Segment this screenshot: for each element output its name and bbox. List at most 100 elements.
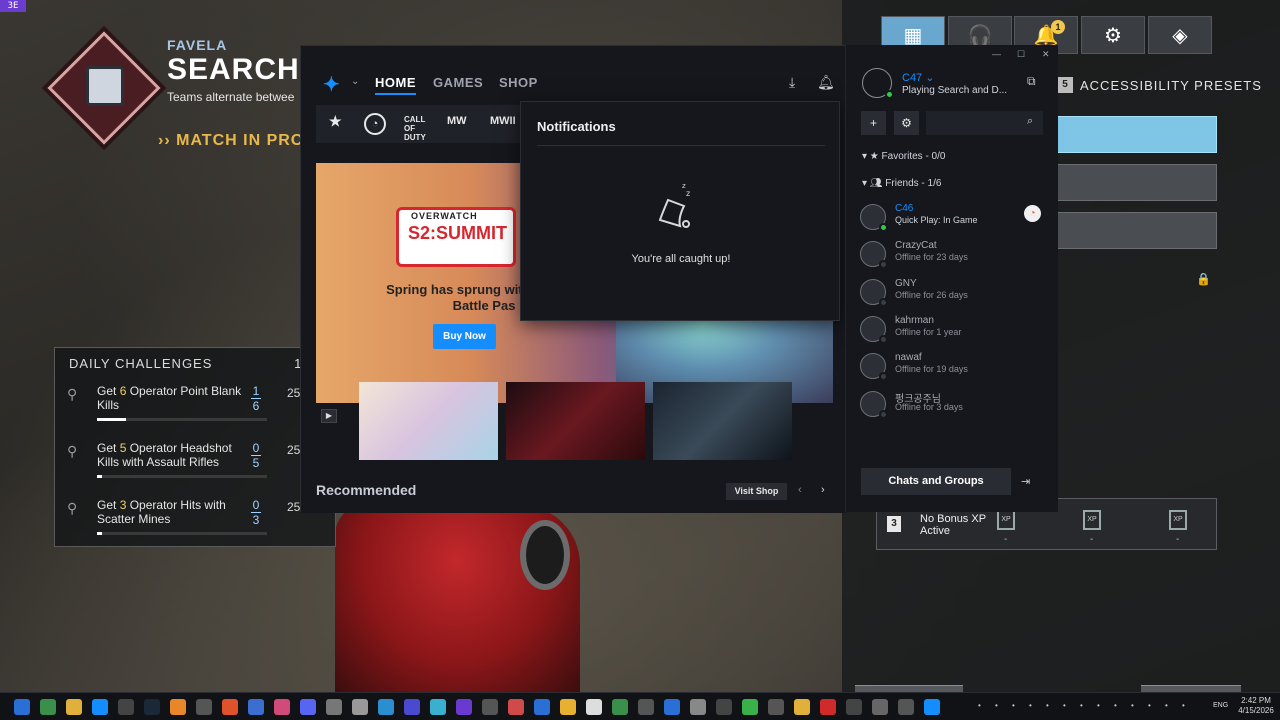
settings-icon[interactable] [352, 699, 368, 715]
clock[interactable]: 2:42 PM 4/15/2026 [1236, 696, 1276, 716]
app-icon[interactable] [794, 699, 810, 715]
windows-start-icon[interactable] [14, 699, 30, 715]
app-icon[interactable] [716, 699, 732, 715]
chevron-down-icon[interactable]: ⌄ [351, 76, 359, 87]
app-icon[interactable] [456, 699, 472, 715]
maximize-icon[interactable]: ☐ [1017, 49, 1025, 60]
app-icon[interactable]: • [1131, 701, 1134, 710]
brave-icon[interactable] [222, 699, 238, 715]
accessibility-presets-label[interactable]: ACCESSIBILITY PRESETS [1080, 78, 1262, 93]
app-icon[interactable] [612, 699, 628, 715]
add-friend-button[interactable]: + [861, 111, 886, 135]
mw-icon[interactable]: MW [447, 115, 467, 127]
friends-search-input[interactable] [926, 111, 1043, 135]
tab-emblem[interactable]: ◈ [1148, 16, 1212, 54]
app-icon[interactable] [690, 699, 706, 715]
mic-icon[interactable]: • [1182, 701, 1185, 710]
app-icon[interactable] [872, 699, 888, 715]
app-icon[interactable] [534, 699, 550, 715]
app-icon[interactable] [820, 699, 836, 715]
manage-friends-button[interactable]: ⚙ [894, 111, 919, 135]
network-icon[interactable]: • [1012, 701, 1015, 710]
carousel-thumb-1[interactable] [359, 382, 498, 460]
challenge-progress-current: 0 [251, 498, 261, 513]
app-icon[interactable] [430, 699, 446, 715]
friend-list-item[interactable]: nawaf Offline for 19 days [860, 352, 1050, 386]
side-option-3[interactable] [1056, 212, 1217, 249]
external-link-icon[interactable]: ⧉ [1027, 74, 1036, 89]
friends-group-header[interactable]: ▾ 👥︎ Friends - 1/6 [862, 178, 941, 189]
bluetooth-icon[interactable]: • [995, 701, 998, 710]
app-icon[interactable] [248, 699, 264, 715]
close-icon[interactable]: ✕ [1042, 49, 1050, 60]
app-icon[interactable] [404, 699, 420, 715]
file-explorer-icon[interactable] [66, 699, 82, 715]
app-icon[interactable] [196, 699, 212, 715]
friend-list-item[interactable]: GNY Offline for 26 days [860, 278, 1050, 312]
xp-token-icon: XP [997, 510, 1015, 530]
minimize-icon[interactable]: — [992, 49, 1001, 59]
app-icon[interactable]: • [1080, 701, 1083, 710]
search-icon[interactable]: ⌕ [1027, 115, 1033, 128]
cod-icon[interactable]: CALL OF DUTY [404, 115, 434, 142]
app-icon[interactable]: • [1029, 701, 1032, 710]
vlc-icon[interactable] [170, 699, 186, 715]
battlenet-icon[interactable] [924, 699, 940, 715]
app-icon[interactable] [482, 699, 498, 715]
app-icon[interactable] [274, 699, 290, 715]
input-language[interactable]: ENG [1213, 702, 1228, 709]
play-icon[interactable]: ▶ [321, 409, 337, 423]
speaker-icon[interactable]: • [1165, 701, 1168, 710]
nav-home[interactable]: HOME [375, 75, 416, 95]
visit-shop-button[interactable]: Visit Shop [726, 483, 787, 500]
rockstar-icon[interactable] [560, 699, 576, 715]
app-icon[interactable]: • [1097, 701, 1100, 710]
my-battletag[interactable]: C47 ⌄ [902, 71, 934, 84]
side-option-1[interactable] [1056, 116, 1217, 153]
nav-shop[interactable]: SHOP [499, 75, 538, 90]
friend-list-item[interactable]: kahrman Offline for 1 year [860, 315, 1050, 349]
app-icon[interactable]: • [1114, 701, 1117, 710]
chats-and-groups-button[interactable]: Chats and Groups [861, 468, 1011, 495]
chevron-left-icon[interactable]: ‹ [798, 484, 802, 496]
app-icon[interactable]: • [1148, 701, 1151, 710]
star-icon[interactable]: ★ [329, 113, 342, 130]
battlenet-logo-icon[interactable]: ✦ [323, 72, 345, 96]
overwatch-icon[interactable]: ◔ [364, 113, 386, 135]
app-icon[interactable] [508, 699, 524, 715]
epic-games-icon[interactable] [118, 699, 134, 715]
app-icon[interactable] [326, 699, 342, 715]
friend-list-item[interactable]: CrazyCat Offline for 23 days [860, 240, 1050, 274]
download-icon[interactable]: ⤓ [789, 74, 795, 91]
challenge-xp-reward: 25 [287, 386, 301, 400]
side-option-2[interactable] [1056, 164, 1217, 201]
tab-settings[interactable]: ⚙ [1081, 16, 1145, 54]
friend-list-item[interactable]: 펑크공주님 Offline for 3 days [860, 390, 1050, 424]
collapse-panel-icon[interactable]: ⇥ [1021, 475, 1030, 488]
app-icon[interactable] [664, 699, 680, 715]
app-icon[interactable] [768, 699, 784, 715]
chevron-up-icon[interactable]: • [978, 701, 981, 710]
carousel-thumb-2[interactable] [506, 382, 645, 460]
steam-icon[interactable] [144, 699, 160, 715]
battlenet-icon[interactable] [92, 699, 108, 715]
chevron-right-icon[interactable]: › [821, 484, 825, 496]
taskbar: • • • • • • • • • • • • • [0, 692, 1280, 720]
mwii-icon[interactable]: MWII [490, 115, 516, 127]
favorites-group-header[interactable]: ▾ ★ Favorites - 0/0 [862, 151, 945, 162]
friend-list-item[interactable]: C46 Quick Play: In Game ◔ [860, 203, 1050, 237]
app-icon[interactable] [586, 699, 602, 715]
app-icon[interactable] [40, 699, 56, 715]
app-icon[interactable] [742, 699, 758, 715]
bell-icon[interactable]: 🔔︎ [817, 74, 835, 91]
carousel-thumb-3[interactable] [653, 382, 792, 460]
app-icon[interactable]: • [1063, 701, 1066, 710]
app-icon[interactable]: • [1046, 701, 1049, 710]
app-icon[interactable] [898, 699, 914, 715]
buy-now-button[interactable]: Buy Now [433, 324, 496, 349]
app-icon[interactable] [846, 699, 862, 715]
app-icon[interactable] [638, 699, 654, 715]
nav-games[interactable]: GAMES [433, 75, 483, 90]
discord-icon[interactable] [300, 699, 316, 715]
app-icon[interactable] [378, 699, 394, 715]
